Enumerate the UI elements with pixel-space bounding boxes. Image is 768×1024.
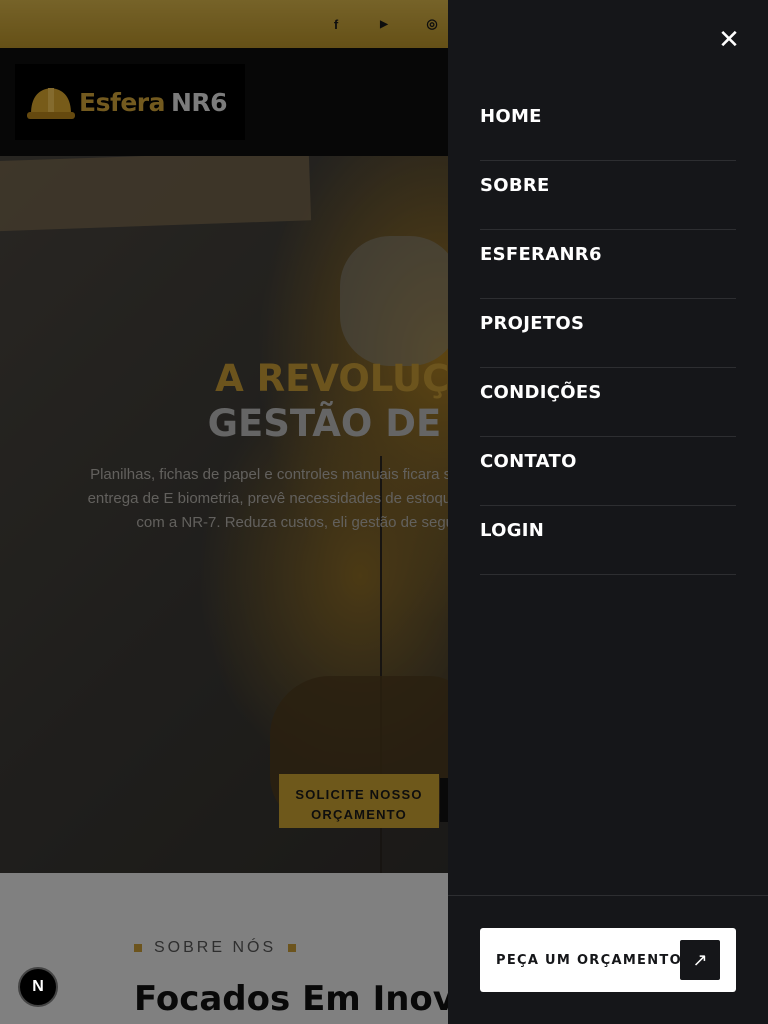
dev-badge[interactable]: N	[18, 967, 58, 1007]
menu-item-condicoes[interactable]: CONDIÇÕES	[480, 368, 736, 437]
arrow-up-right-icon: ↗	[680, 940, 720, 980]
menu-item-contato[interactable]: CONTATO	[480, 437, 736, 506]
menu-item-login[interactable]: LOGIN	[480, 506, 736, 575]
menu-item-projetos[interactable]: PROJETOS	[480, 299, 736, 368]
mobile-nav-drawer: ✕ HOME SOBRE ESFERANR6 PROJETOS CONDIÇÕE…	[448, 0, 768, 1024]
close-icon[interactable]: ✕	[716, 26, 742, 52]
menu-item-home[interactable]: HOME	[480, 92, 736, 161]
quote-button[interactable]: PEÇA UM ORÇAMENTO ↗	[480, 928, 736, 992]
menu-item-sobre[interactable]: SOBRE	[480, 161, 736, 230]
quote-button-label: PEÇA UM ORÇAMENTO	[496, 952, 682, 968]
menu-item-esferanr6[interactable]: ESFERANR6	[480, 230, 736, 299]
drawer-menu: HOME SOBRE ESFERANR6 PROJETOS CONDIÇÕES …	[480, 92, 736, 575]
drawer-footer: PEÇA UM ORÇAMENTO ↗	[448, 895, 768, 1024]
